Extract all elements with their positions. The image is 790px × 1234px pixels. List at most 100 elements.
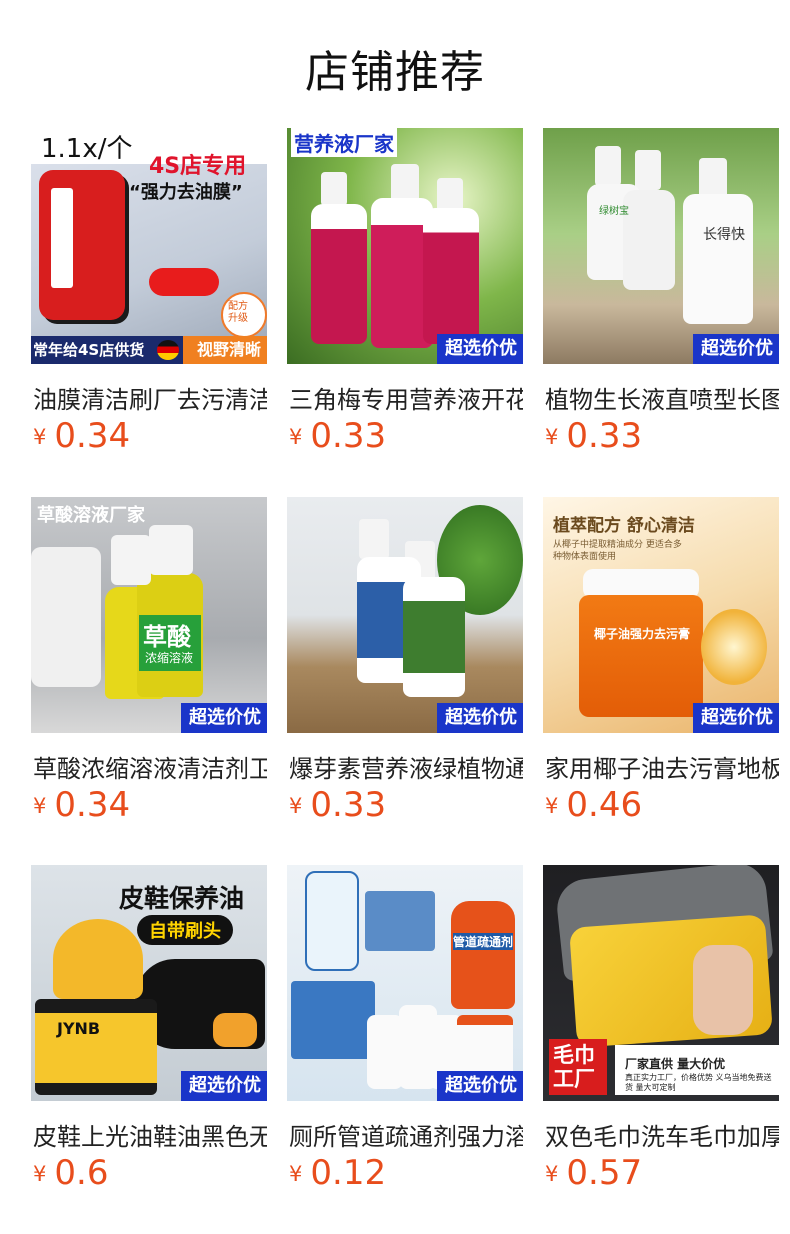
product-name[interactable]: 草酸浓缩溶液清洁剂卫 [33, 749, 267, 784]
product-card[interactable]: 营养液厂家 超选价优 三角梅专用营养液开花 ¥0.33 [287, 128, 523, 456]
product-price: ¥0.34 [33, 416, 130, 456]
product-price: ¥0.46 [545, 785, 642, 825]
price-value: 0.6 [54, 1153, 109, 1193]
currency-symbol: ¥ [289, 1162, 303, 1186]
product-visual [51, 188, 73, 288]
product-visual [213, 1013, 257, 1047]
product-price: ¥0.33 [289, 416, 386, 456]
price-value: 0.33 [310, 785, 387, 825]
overlay-text: 从椰子中提取精油成分 更适合多种物体表面使用 [553, 540, 682, 562]
overlay-text: 毛巾工厂 [553, 1043, 595, 1091]
product-visual [31, 547, 101, 687]
product-visual [693, 945, 753, 1035]
product-visual [451, 901, 515, 1009]
product-name[interactable]: 油膜清洁刷厂去污清洁 [33, 380, 267, 415]
product-price: ¥0.57 [545, 1153, 642, 1193]
price-value: 0.34 [54, 785, 131, 825]
overlay-text: 植萃配方 舒心清洁 [553, 516, 695, 536]
product-image[interactable]: 毛巾工厂 厂家直供 量大价优 真正实力工厂，价格优势 义乌当地免费送货 量大可定… [543, 865, 779, 1101]
product-visual [53, 919, 143, 999]
product-image[interactable]: 管道疏通剂 超选价优 [287, 865, 523, 1101]
product-visual [305, 871, 359, 971]
product-card[interactable]: 绿树宝 长得快 超选价优 植物生长液直喷型长图 ¥0.33 [543, 128, 779, 456]
product-card[interactable]: 1.1x/个 4S店专用 “强力去油膜” 配方升级 常年给4S店供货 视野清晰 … [31, 128, 267, 456]
promo-badge: 超选价优 [437, 1071, 523, 1101]
product-name[interactable]: 三角梅专用营养液开花 [289, 380, 523, 415]
product-visual [403, 577, 465, 697]
currency-symbol: ¥ [545, 425, 559, 449]
currency-symbol: ¥ [545, 794, 559, 818]
overlay-text: JYNB [57, 1019, 101, 1038]
overlay-text: 绿树宝 [599, 206, 629, 217]
currency-symbol: ¥ [289, 794, 303, 818]
overlay-text: 配方升级 [228, 301, 248, 324]
price-value: 0.33 [566, 416, 643, 456]
product-card[interactable]: 草酸溶液厂家 草酸 浓缩溶液 超选价优 草酸浓缩溶液清洁剂卫 ¥0.34 [31, 497, 267, 825]
product-visual [623, 190, 675, 290]
product-card[interactable]: 皮鞋保养油 自带刷头 JYNB 超选价优 皮鞋上光油鞋油黑色无 ¥0.6 [31, 865, 267, 1193]
product-visual [365, 891, 435, 951]
product-visual [149, 268, 219, 296]
product-visual [423, 208, 479, 344]
currency-symbol: ¥ [545, 1162, 559, 1186]
promo-badge: 超选价优 [181, 1071, 267, 1101]
price-value: 0.46 [566, 785, 643, 825]
overlay-text: “强力去油膜” [129, 182, 243, 203]
overlay-text: 4S店专用 [149, 154, 247, 179]
product-image[interactable]: 植萃配方 舒心清洁 从椰子中提取精油成分 更适合多种物体表面使用 椰子油强力去污… [543, 497, 779, 733]
product-price: ¥0.6 [33, 1153, 108, 1193]
overlay-text: 浓缩溶液 [145, 651, 194, 665]
product-name[interactable]: 爆芽素营养液绿植物通 [289, 749, 523, 784]
product-name[interactable]: 皮鞋上光油鞋油黑色无 [33, 1117, 267, 1152]
product-image[interactable]: 草酸溶液厂家 草酸 浓缩溶液 超选价优 [31, 497, 267, 733]
price-value: 0.12 [310, 1153, 387, 1193]
product-name[interactable]: 植物生长液直喷型长图 [545, 380, 779, 415]
product-visual [701, 609, 767, 685]
product-visual [321, 172, 347, 206]
product-card[interactable]: 管道疏通剂 超选价优 厕所管道疏通剂强力溶 ¥0.12 [287, 865, 523, 1193]
product-visual [359, 519, 389, 559]
overlay-text: 视野清晰 [196, 340, 261, 359]
product-image[interactable]: 营养液厂家 超选价优 [287, 128, 523, 364]
overlay-text: 1.1x/个 [41, 134, 133, 164]
overlay-text: 常年给4S店供货 [33, 341, 145, 359]
product-card[interactable]: 超选价优 爆芽素营养液绿植物通 ¥0.33 [287, 497, 523, 825]
price-value: 0.34 [54, 416, 131, 456]
product-image[interactable]: 皮鞋保养油 自带刷头 JYNB 超选价优 [31, 865, 267, 1101]
product-price: ¥0.34 [33, 785, 130, 825]
promo-badge: 超选价优 [693, 703, 779, 733]
promo-badge: 超选价优 [437, 703, 523, 733]
product-price: ¥0.12 [289, 1153, 386, 1193]
overlay-text: 自带刷头 [137, 915, 233, 945]
overlay-text: 真正实力工厂，价格优势 义乌当地免费送货 量大可定制 [625, 1073, 772, 1092]
overlay-text: 长得快 [703, 227, 745, 243]
product-name[interactable]: 厕所管道疏通剂强力溶 [289, 1117, 523, 1152]
product-name[interactable]: 双色毛巾洗车毛巾加厚 [545, 1117, 779, 1152]
currency-symbol: ¥ [33, 425, 47, 449]
price-value: 0.57 [566, 1153, 643, 1193]
product-image[interactable]: 1.1x/个 4S店专用 “强力去油膜” 配方升级 常年给4S店供货 视野清晰 [31, 128, 267, 364]
product-card[interactable]: 植萃配方 舒心清洁 从椰子中提取精油成分 更适合多种物体表面使用 椰子油强力去污… [543, 497, 779, 825]
product-image[interactable]: 绿树宝 长得快 超选价优 [543, 128, 779, 364]
product-visual [291, 981, 375, 1059]
product-visual [683, 194, 753, 324]
product-visual [595, 146, 621, 186]
product-card[interactable]: 毛巾工厂 厂家直供 量大价优 真正实力工厂，价格优势 义乌当地免费送货 量大可定… [543, 865, 779, 1193]
promo-badge: 超选价优 [437, 334, 523, 364]
product-price: ¥0.33 [545, 416, 642, 456]
overlay-text: 草酸溶液厂家 [37, 505, 145, 526]
product-visual [437, 178, 463, 212]
currency-symbol: ¥ [289, 425, 303, 449]
product-visual [699, 158, 727, 198]
overlay-text: 皮鞋保养油 [119, 884, 245, 913]
product-visual [111, 535, 151, 585]
product-visual [579, 595, 703, 717]
overlay-text: 营养液厂家 [291, 128, 397, 157]
overlay-text: 草酸 [143, 623, 191, 651]
product-image[interactable]: 超选价优 [287, 497, 523, 733]
product-name[interactable]: 家用椰子油去污膏地板 [545, 749, 779, 784]
product-visual [311, 204, 367, 344]
product-visual [457, 1015, 513, 1077]
currency-symbol: ¥ [33, 794, 47, 818]
product-price: ¥0.33 [289, 785, 386, 825]
